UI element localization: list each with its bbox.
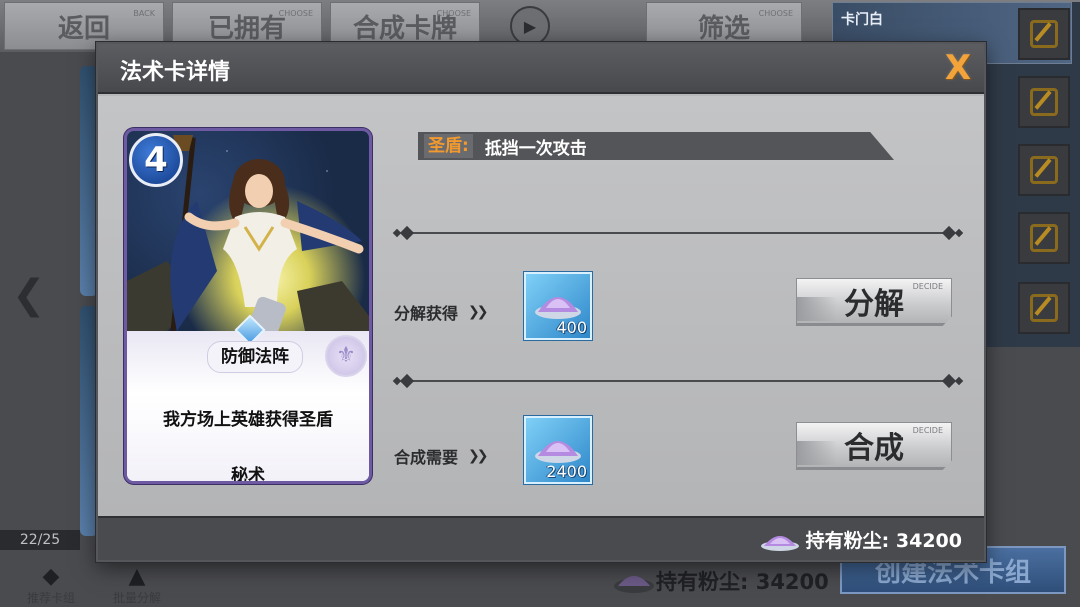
card-art: 4 [127,131,369,341]
deck-name: 卡门白 [841,12,883,28]
chevron-right-icon: ❯❯ [468,304,489,320]
dust-owned-bottom: 持有粉尘: 34200 [612,564,829,598]
craft-button[interactable]: 合成 DECIDE [796,422,952,470]
close-icon[interactable]: X [940,50,976,86]
edit-icon[interactable] [1018,144,1070,196]
dialog-body: 4 防御法阵 ⚜ 我方场上英雄获得圣盾 秘术 圣盾: 抵挡一次攻击 分解获得 ❯… [98,96,984,520]
dust-owned-bottom-text: 持有粉尘: 34200 [656,570,829,594]
dust-icon [760,535,799,551]
craft-button-tag: DECIDE [912,426,943,435]
filter-button-tag: CHOOSE [758,9,793,18]
edit-icon[interactable] [1018,212,1070,264]
dust-owned: 持有粉尘: 34200 [760,526,962,553]
disenchant-button-tag: DECIDE [912,282,943,291]
filter-button-label: 筛选 [697,13,750,44]
recommended-decks-label: 推荐卡组 [26,591,75,605]
disenchant-amount: 400 [556,318,587,337]
disenchant-row-label: 分解获得 ❯❯ [394,300,489,324]
dust-icon [535,441,581,463]
edit-icon[interactable] [1018,76,1070,128]
recommended-decks-button[interactable]: ◆ 推荐卡组 [16,556,86,606]
dust-icon [614,576,654,593]
card-description: 我方场上英雄获得圣盾 [163,410,333,430]
dialog-footer: 持有粉尘: 34200 [98,516,984,560]
keyword-description: 抵挡一次攻击 [484,138,587,159]
owned-tab-tag: CHOOSE [278,9,313,18]
spell-card: 4 防御法阵 ⚜ 我方场上英雄获得圣盾 秘术 [124,128,372,484]
disenchant-dust-tile: 400 [524,272,592,340]
divider [392,225,964,241]
edit-icon[interactable] [1018,282,1070,334]
card-type: 秘术 [231,466,265,484]
disenchant-button-label: 分解 [844,287,904,322]
dust-icon [535,297,581,319]
craft-tab-tag: CHOOSE [436,9,471,18]
divider [392,373,964,389]
craft-amount: 2400 [546,462,587,481]
back-button-tag: BACK [133,9,155,18]
deck-count: 22/25 [0,530,80,550]
disenchant-button[interactable]: 分解 DECIDE [796,278,952,326]
class-icon: ⚜ [325,335,367,377]
diamond-icon: ◆ [42,564,60,589]
craft-row-label: 合成需要 ❯❯ [394,444,489,468]
card-name: 防御法阵 [207,341,303,373]
craft-button-label: 合成 [844,431,904,466]
back-button-label: 返回 [57,13,110,44]
keyword-name: 圣盾: [424,134,473,158]
dialog-title: 法术卡详情 [120,60,231,85]
batch-disenchant-label: 批量分解 [112,591,161,605]
edit-icon[interactable] [1018,8,1070,60]
batch-disenchant-button[interactable]: ▲ 批量分解 [102,556,172,606]
dust-owned-text: 持有粉尘: 34200 [805,530,962,552]
craft-dust-tile: 2400 [524,416,592,484]
disenchant-icon: ▲ [128,564,146,589]
mana-cost-badge: 4 [129,133,183,187]
spell-card-detail-dialog: 法术卡详情 X 4 防御法阵 ⚜ 我方场上英雄获得圣盾 秘术 圣盾: 抵挡一次攻… [96,42,986,562]
chevron-right-icon: ❯❯ [468,448,489,464]
keyword-bar: 圣盾: 抵挡一次攻击 [418,132,894,160]
owned-tab-label: 已拥有 [207,13,286,44]
dialog-header: 法术卡详情 X [98,44,984,94]
craft-label: 合成需要 [394,448,459,467]
play-icon[interactable]: ▶ [510,6,550,46]
page-left-icon[interactable]: ❮ [12,272,72,328]
disenchant-label: 分解获得 [394,304,459,323]
